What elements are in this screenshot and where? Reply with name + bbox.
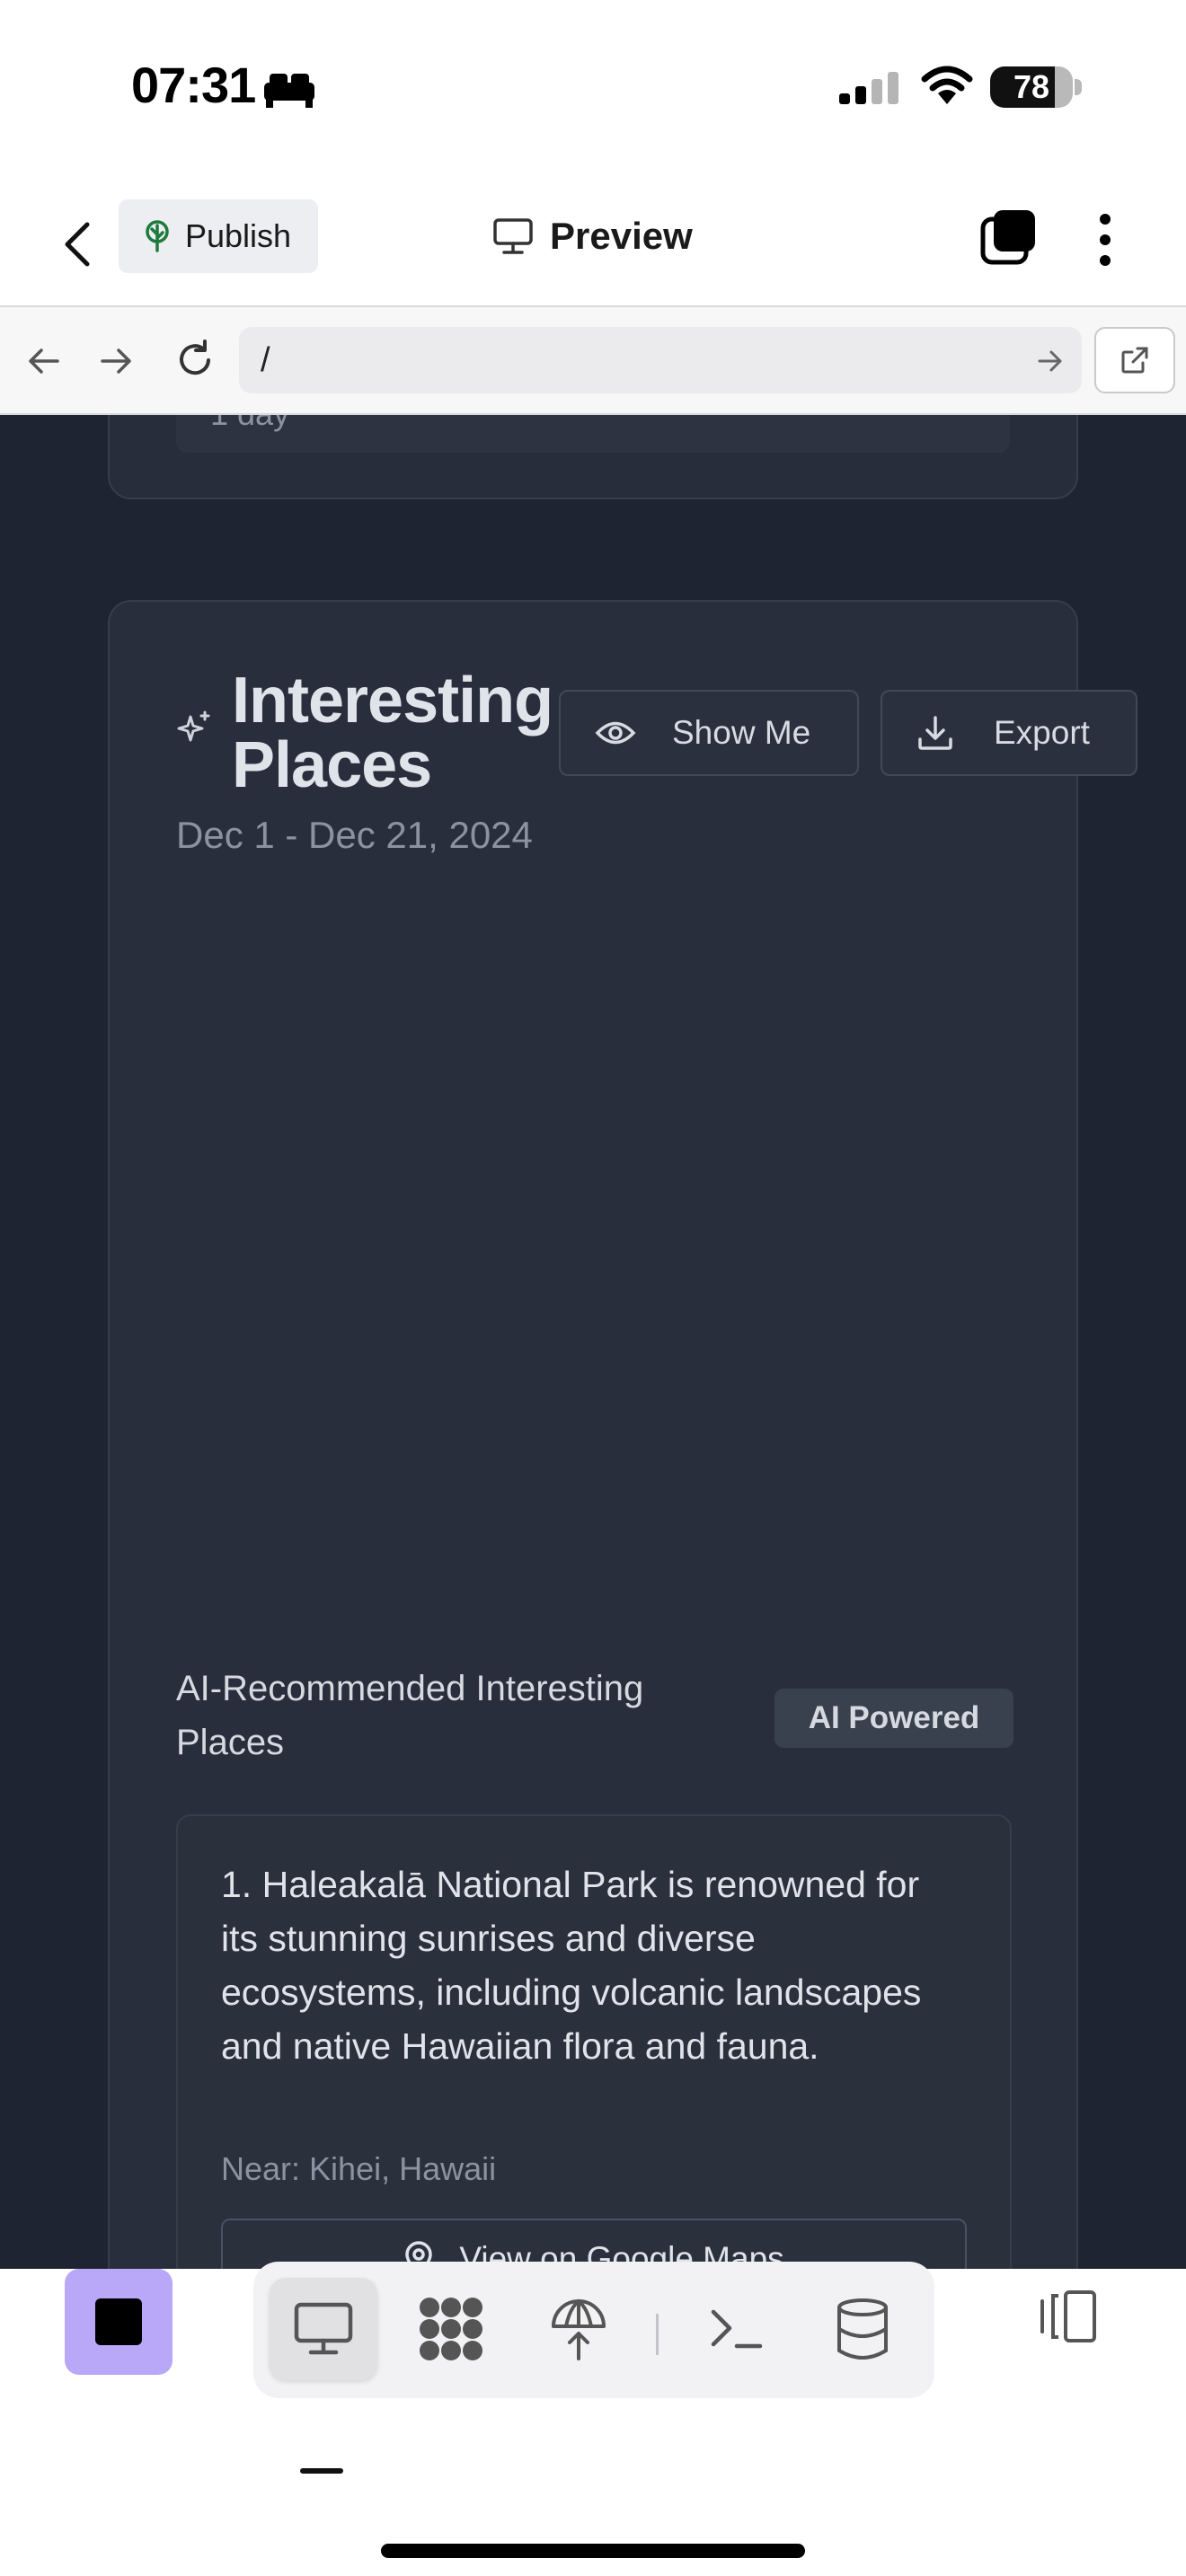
battery-indicator: 78 [990,66,1073,108]
home-indicator [381,2544,805,2558]
shell-tool[interactable] [683,2278,791,2380]
export-label: Export [994,714,1090,751]
tool-divider [656,2314,659,2355]
show-me-button[interactable]: Show Me [559,690,859,776]
publish-label: Publish [185,217,292,254]
desktop-preview-tool[interactable] [270,2278,377,2380]
stop-button[interactable] [65,2269,173,2375]
deploy-icon [552,2298,606,2360]
interesting-places-card: Interesting Places Show Me Export Dec 1 … [108,600,1137,2269]
cellular-signal-icon [839,72,898,104]
url-input[interactable]: / [239,327,1082,393]
external-link-icon [1121,347,1148,374]
tabs-icon[interactable] [979,207,1039,266]
status-time: 07:31 [131,57,256,113]
preview-title: Preview [492,207,693,266]
show-me-label: Show Me [672,714,811,751]
publish-tree-icon [146,220,169,252]
card-title: Interesting Places [232,665,553,801]
terminal-icon [711,2309,763,2349]
download-icon [918,716,952,750]
browser-bar: / [0,305,1186,415]
open-external-button[interactable] [1094,327,1175,393]
publish-button[interactable]: Publish [119,199,318,273]
preview-label: Preview [550,215,693,257]
monitor-icon [493,218,533,254]
previous-card-inner [176,415,1010,453]
url-text: / [261,341,270,379]
battery-nub [1075,79,1082,95]
reload-icon[interactable] [173,338,217,383]
status-bar: 07:31 78 [0,0,1186,171]
deploy-tool[interactable] [525,2278,633,2380]
apps-grid-icon [420,2298,482,2360]
ai-powered-badge: AI Powered [774,1689,1013,1748]
database-icon [837,2298,888,2360]
active-tool-indicator [300,2468,343,2474]
go-arrow-icon[interactable] [1037,348,1064,374]
section-title: AI-Recommended Interesting Places [176,1669,644,1762]
tool-group [253,2262,934,2398]
previous-card-text: 1 day [210,415,289,433]
more-options-icon[interactable] [1087,210,1123,269]
sparkles-icon [177,710,210,742]
back-button[interactable] [50,208,104,280]
place-near: Near: Kihei, Hawaii [221,2150,497,2187]
place-description: 1. Haleakalā National Park is renowned f… [221,1864,922,2067]
device-toggle-icon[interactable] [1033,2289,1100,2344]
eye-icon [595,721,636,745]
export-button[interactable]: Export [881,690,1137,776]
wifi-icon [921,66,973,104]
place-card: 1. Haleakalā National Park is renowned f… [176,1814,1012,2269]
arrow-left-icon[interactable] [23,341,63,381]
app-header: Publish Preview [0,189,1186,305]
arrow-right-icon[interactable] [97,341,137,381]
chevron-left-icon [65,222,90,267]
apps-tool[interactable] [397,2278,505,2380]
database-tool[interactable] [809,2278,916,2380]
preview-viewport[interactable]: 1 day Interesting Places Show Me Export … [0,415,1186,2269]
monitor-icon [294,2302,353,2355]
bottom-toolbar [0,2262,1186,2576]
date-range: Dec 1 - Dec 21, 2024 [176,814,533,856]
bed-icon [264,74,314,108]
stop-icon [95,2298,142,2345]
